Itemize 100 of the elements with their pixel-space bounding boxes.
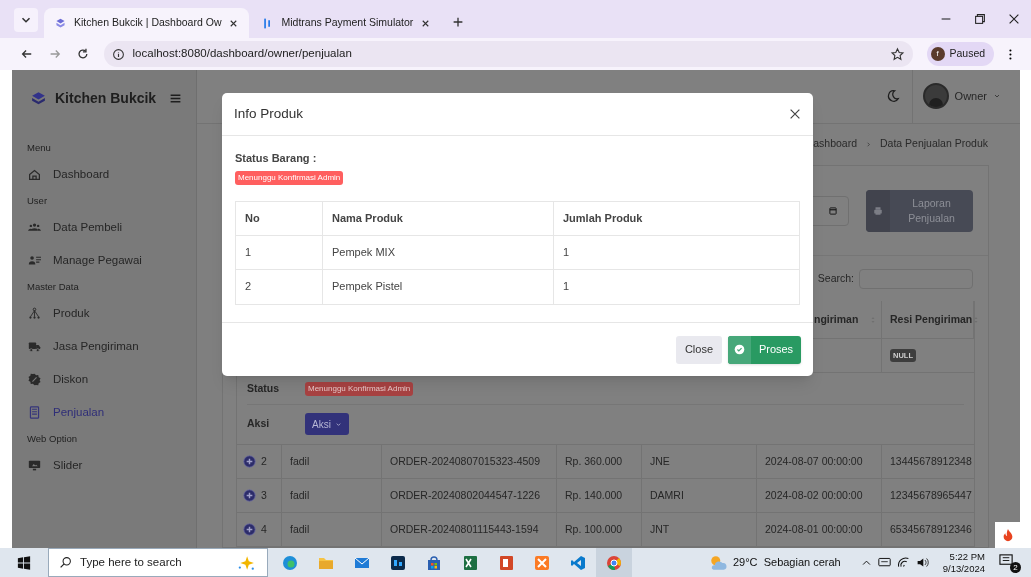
debug-toolbar-button[interactable] bbox=[995, 522, 1020, 548]
clock[interactable]: 5:22 PM 9/13/2024 bbox=[942, 550, 985, 575]
chrome-icon[interactable] bbox=[606, 554, 622, 571]
star-icon[interactable] bbox=[889, 46, 905, 62]
expand-icon[interactable] bbox=[243, 455, 256, 468]
speaker-icon[interactable] bbox=[915, 556, 929, 569]
taskbar-search-field[interactable]: Type here to search bbox=[48, 548, 268, 577]
wifi-icon[interactable] bbox=[896, 556, 910, 569]
column-header: Jumlah Produk bbox=[563, 210, 643, 226]
slides-icon[interactable] bbox=[498, 554, 514, 571]
browser-tab[interactable]: Kitchen Bukcik | Dashboard Ow bbox=[44, 8, 250, 38]
moon-icon[interactable] bbox=[885, 89, 900, 104]
close-icon[interactable] bbox=[788, 107, 802, 121]
row-number: 3 bbox=[261, 487, 267, 503]
user-name: Owner bbox=[954, 89, 987, 105]
sidebar-item[interactable]: Data Pembeli bbox=[27, 211, 196, 244]
table-cell-text: Pempek MIX bbox=[332, 244, 395, 260]
photoshop-icon[interactable] bbox=[390, 554, 406, 571]
check-circle-icon bbox=[734, 344, 745, 355]
network-icon[interactable] bbox=[877, 556, 891, 569]
detail-label: Aksi bbox=[247, 416, 271, 432]
modal-title: Info Produk bbox=[234, 104, 304, 123]
table-cell-text: DAMRI bbox=[650, 487, 684, 503]
table-cell-text: ORDER-20240801115443-1594 bbox=[390, 521, 539, 537]
start-icon[interactable] bbox=[17, 555, 31, 570]
xampp-icon[interactable] bbox=[534, 554, 550, 571]
tab-title: Midtrans Payment Simulator bbox=[281, 15, 414, 31]
weather-text: 29°C Sebagian cerah bbox=[733, 555, 841, 571]
table-cell-text: Rp. 140.000 bbox=[565, 487, 623, 503]
column-header: Nama Produk bbox=[332, 210, 403, 226]
address-bar[interactable]: localhost:8080/dashboard/owner/penjualan bbox=[103, 41, 913, 67]
section-heading: Master Data bbox=[27, 279, 80, 294]
reload-icon[interactable] bbox=[75, 47, 90, 61]
back-icon[interactable] bbox=[20, 47, 34, 61]
table-cell-text: ORDER-20240802044547-1226 bbox=[390, 487, 541, 503]
printer-icon bbox=[873, 205, 883, 216]
section-heading: User bbox=[27, 193, 49, 208]
sidebar-item[interactable]: Manage Pegawai bbox=[27, 244, 196, 277]
brand-name: Kitchen Bukcik bbox=[55, 89, 158, 108]
table-cell-text: 13445678912348 bbox=[890, 453, 972, 469]
browser-tab[interactable]: Midtrans Payment Simulator bbox=[249, 8, 444, 38]
process-button[interactable]: Proses bbox=[728, 335, 801, 364]
restore-icon[interactable] bbox=[973, 12, 987, 26]
column-title: ngiriman bbox=[814, 311, 860, 327]
chevron-right-icon bbox=[865, 140, 872, 148]
breadcrumb-item[interactable]: ashboard bbox=[813, 136, 857, 153]
report-button[interactable]: Laporan Penjualan bbox=[866, 189, 973, 232]
tab-list-icon[interactable] bbox=[14, 8, 38, 32]
close-button[interactable]: Close bbox=[675, 335, 722, 364]
spreadsheet-icon[interactable] bbox=[462, 554, 478, 571]
profile-button[interactable]: f Paused bbox=[926, 42, 995, 66]
sitemap-icon bbox=[28, 307, 41, 320]
sidebar-item[interactable]: Slider bbox=[27, 449, 196, 482]
avatar bbox=[922, 83, 949, 110]
table-cell-text: 65345678912346 bbox=[890, 521, 972, 537]
expand-icon[interactable] bbox=[243, 489, 256, 502]
home-icon bbox=[28, 168, 41, 181]
section-heading: Web Option bbox=[27, 431, 78, 446]
sidebar-item[interactable]: Jasa Pengiriman bbox=[27, 330, 196, 363]
cube-icon bbox=[54, 16, 67, 30]
table-cell-text: 2024-08-07 00:00:00 bbox=[765, 453, 863, 469]
status-badge: Menunggu Konfirmasi Admin bbox=[235, 170, 344, 185]
badge-icon bbox=[28, 373, 41, 386]
table-cell-text: Rp. 100.000 bbox=[565, 521, 623, 537]
breadcrumb-item: Data Penjualan Produk bbox=[880, 136, 988, 152]
notification-button[interactable]: 2 bbox=[999, 552, 1021, 573]
sidebar-item[interactable]: Dashboard bbox=[27, 158, 196, 191]
action-dropdown-button[interactable]: Aksi bbox=[305, 413, 349, 435]
calendar-icon bbox=[828, 205, 838, 216]
column-header[interactable]: ngiriman bbox=[757, 311, 881, 328]
row-number: 4 bbox=[261, 521, 267, 537]
table-cell-text: fadil bbox=[290, 487, 310, 503]
cube-logo-icon bbox=[30, 90, 47, 107]
status-label: Status Barang : bbox=[235, 151, 317, 166]
close-icon[interactable] bbox=[1007, 12, 1021, 26]
detail-label: Status bbox=[247, 380, 281, 396]
menu-icon[interactable] bbox=[169, 92, 182, 105]
table-cell-text: Pempek Pistel bbox=[332, 279, 403, 295]
table-cell-text: 12345678965447 bbox=[890, 487, 972, 503]
column-header[interactable]: Resi Pengiriman bbox=[882, 311, 985, 328]
tab-title: Kitchen Bukcik | Dashboard Ow bbox=[74, 15, 222, 31]
notification-count: 2 bbox=[1010, 561, 1021, 573]
expand-icon[interactable] bbox=[243, 523, 256, 536]
clock-date: 9/13/2024 bbox=[942, 562, 985, 575]
store-icon[interactable] bbox=[426, 554, 442, 571]
sidebar-item[interactable]: Diskon bbox=[27, 363, 196, 396]
table-cell-text: Rp. 360.000 bbox=[565, 453, 623, 469]
table-cell-text: JNT bbox=[650, 521, 670, 537]
code-editor-icon[interactable] bbox=[570, 554, 586, 571]
message-icon bbox=[999, 552, 1014, 568]
column-title: Resi Pengiriman bbox=[890, 311, 973, 327]
table-cell-text: 2024-08-02 00:00:00 bbox=[765, 487, 863, 503]
info-icon bbox=[111, 47, 125, 61]
sidebar-item[interactable]: Penjualan bbox=[27, 396, 196, 429]
search-icon bbox=[59, 556, 72, 569]
avatar: f bbox=[930, 47, 945, 61]
monitor-icon bbox=[28, 459, 41, 472]
clock-time: 5:22 PM bbox=[949, 550, 985, 563]
table-cell-text: 1 bbox=[245, 244, 252, 260]
sidebar-item[interactable]: Produk bbox=[27, 297, 196, 330]
